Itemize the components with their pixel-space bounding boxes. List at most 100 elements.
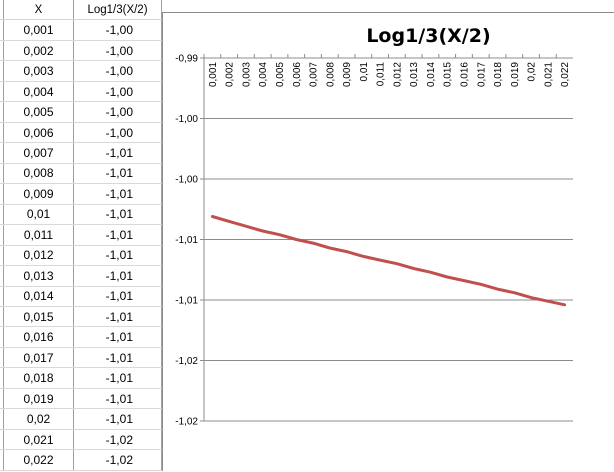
cell-log[interactable]: -1,00 xyxy=(73,19,162,41)
table-row: 0,017 -1,01 xyxy=(0,347,162,369)
x-tick-label: 0,009 xyxy=(342,62,353,87)
x-tick-label: 0,008 xyxy=(325,62,336,87)
cell-x[interactable]: 0,011 xyxy=(3,224,74,246)
x-tick-label: 0,022 xyxy=(560,62,571,87)
cell-x[interactable]: 0,006 xyxy=(3,122,74,144)
table-row: 0,019 -1,01 xyxy=(0,388,162,410)
cell-x[interactable]: 0,021 xyxy=(3,429,74,451)
header-cell-log[interactable]: Log1/3(X/2) xyxy=(73,0,162,21)
y-tick-label: -1,00 xyxy=(175,175,198,186)
table-row: 0,003 -1,00 xyxy=(0,60,162,82)
cell-x[interactable]: 0,01 xyxy=(3,204,74,226)
cell-log[interactable]: -1,00 xyxy=(73,60,162,82)
x-tick-label: 0,011 xyxy=(376,62,387,87)
cell-x[interactable]: 0,014 xyxy=(3,286,74,308)
cell-x[interactable]: 0,019 xyxy=(3,388,74,410)
cell-x[interactable]: 0,013 xyxy=(3,265,74,287)
table-row: 0,012 -1,01 xyxy=(0,245,162,267)
x-tick-label: 0,015 xyxy=(443,62,454,87)
cell-log[interactable]: -1,01 xyxy=(73,163,162,185)
x-tick-label: 0,02 xyxy=(527,62,538,82)
table-row: 0,006 -1,00 xyxy=(0,122,162,144)
cell-x[interactable]: 0,005 xyxy=(3,101,74,123)
cell-log[interactable]: -1,02 xyxy=(73,449,162,471)
x-tick-label: 0,005 xyxy=(275,62,286,87)
y-tick-label: -1,02 xyxy=(175,356,198,367)
table-row: 0,002 -1,00 xyxy=(0,40,162,62)
cell-log[interactable]: -1,00 xyxy=(73,122,162,144)
cell-log[interactable]: -1,01 xyxy=(73,367,162,389)
x-tick-label: 0,006 xyxy=(292,62,303,87)
cell-x[interactable]: 0,02 xyxy=(3,408,74,430)
y-tick-label: -1,02 xyxy=(175,417,198,428)
cell-x[interactable]: 0,009 xyxy=(3,183,74,205)
cell-log[interactable]: -1,01 xyxy=(73,306,162,328)
cell-log[interactable]: -1,01 xyxy=(73,142,162,164)
table-row: 0,01 -1,01 xyxy=(0,204,162,226)
cell-log[interactable]: -1,02 xyxy=(73,429,162,451)
line-chart: -0,99 -1,00 -1,00 -1,01 -1,01 -1,02 -1,02 0,001… xyxy=(175,54,573,428)
cell-x[interactable]: 0,018 xyxy=(3,367,74,389)
y-tick-label: -1,01 xyxy=(175,235,198,246)
cell-x[interactable]: 0,022 xyxy=(3,449,74,471)
x-tick-label: 0,007 xyxy=(309,62,320,87)
cell-log[interactable]: -1,01 xyxy=(73,224,162,246)
cell-log[interactable]: -1,01 xyxy=(73,183,162,205)
cell-log[interactable]: -1,01 xyxy=(73,245,162,267)
table-row: 0,004 -1,00 xyxy=(0,81,162,103)
cell-log[interactable]: -1,01 xyxy=(73,204,162,226)
x-tick-label: 0,019 xyxy=(510,62,521,87)
x-tick-label: 0,021 xyxy=(543,62,554,87)
cell-x[interactable]: 0,017 xyxy=(3,347,74,369)
y-tick-label: -0,99 xyxy=(175,54,198,65)
x-tick-label: 0,003 xyxy=(241,62,252,87)
y-tick-label: -1,01 xyxy=(175,296,198,307)
x-tick-label: 0,017 xyxy=(476,62,487,87)
header-cell-x[interactable]: X xyxy=(3,0,74,21)
x-tick-label: 0,018 xyxy=(493,62,504,87)
x-tick-label: 0,01 xyxy=(359,62,370,82)
table-row: 0,013 -1,01 xyxy=(0,265,162,287)
cell-x[interactable]: 0,004 xyxy=(3,81,74,103)
cell-x[interactable]: 0,003 xyxy=(3,60,74,82)
cell-x[interactable]: 0,002 xyxy=(3,40,74,62)
cell-x[interactable]: 0,008 xyxy=(3,163,74,185)
header-row: X Log1/3(X/2) xyxy=(0,0,162,21)
chart-area[interactable]: Log1/3(X/2) -0,99 -1,00 -1,00 -1,01 -1,01 -1,… xyxy=(162,12,614,471)
x-tick-label: 0,004 xyxy=(258,62,269,87)
cell-x[interactable]: 0,015 xyxy=(3,306,74,328)
table-row: 0,008 -1,01 xyxy=(0,163,162,185)
y-tick-label: -1,00 xyxy=(175,114,198,125)
table-row: 0,021 -1,02 xyxy=(0,429,162,451)
series-line xyxy=(210,215,567,307)
cell-log[interactable]: -1,00 xyxy=(73,101,162,123)
table-row: 0,014 -1,01 xyxy=(0,286,162,308)
x-tick-label: 0,002 xyxy=(225,62,236,87)
table-row: 0,007 -1,01 xyxy=(0,142,162,164)
cell-x[interactable]: 0,007 xyxy=(3,142,74,164)
table-row: 0,022 -1,02 xyxy=(0,449,162,471)
table-row: 0,005 -1,00 xyxy=(0,101,162,123)
cell-log[interactable]: -1,00 xyxy=(73,81,162,103)
cell-x[interactable]: 0,012 xyxy=(3,245,74,267)
x-tick-label: 0,014 xyxy=(426,62,437,87)
cell-log[interactable]: -1,01 xyxy=(73,286,162,308)
x-tick-label: 0,001 xyxy=(208,62,219,87)
table-row: 0,018 -1,01 xyxy=(0,367,162,389)
cell-log[interactable]: -1,00 xyxy=(73,40,162,62)
cell-log[interactable]: -1,01 xyxy=(73,408,162,430)
table-row: 0,001 -1,00 xyxy=(0,19,162,41)
cell-x[interactable]: 0,016 xyxy=(3,326,74,348)
x-tick-label: 0,016 xyxy=(459,62,470,87)
cell-log[interactable]: -1,01 xyxy=(73,265,162,287)
table-row: 0,011 -1,01 xyxy=(0,224,162,246)
cell-log[interactable]: -1,01 xyxy=(73,347,162,369)
table-row: 0,009 -1,01 xyxy=(0,183,162,205)
cell-x[interactable]: 0,001 xyxy=(3,19,74,41)
cell-log[interactable]: -1,01 xyxy=(73,388,162,410)
table-row: 0,02 -1,01 xyxy=(0,408,162,430)
spreadsheet-table: X Log1/3(X/2) 0,001 -1,00 0,002 -1,00 0,003 -1,… xyxy=(0,0,162,471)
x-tick-label: 0,013 xyxy=(409,62,420,87)
cell-log[interactable]: -1,01 xyxy=(73,326,162,348)
table-row: 0,015 -1,01 xyxy=(0,306,162,328)
